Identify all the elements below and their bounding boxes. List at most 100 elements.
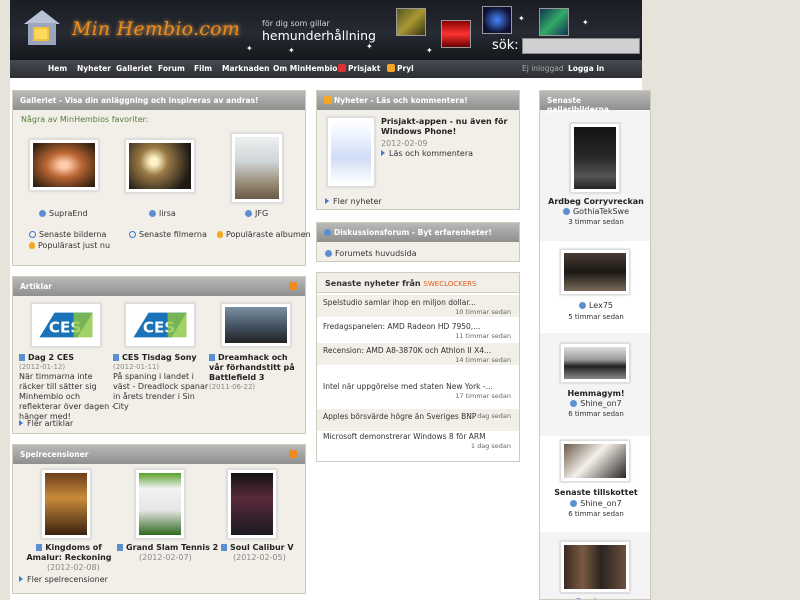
popular-albums-link[interactable]: Populäraste albumen — [217, 230, 311, 239]
gallery-item-title[interactable]: Ardbeg Corryvreckan — [540, 197, 650, 206]
document-icon — [113, 354, 119, 361]
house-logo-icon[interactable] — [20, 6, 66, 46]
article-thumb-battlefield[interactable] — [221, 303, 291, 347]
popular-now-link[interactable]: Populärast just nu — [29, 241, 110, 250]
arrow-right-icon — [325, 198, 329, 204]
sweclockers-logo[interactable]: SWECLOCKERS — [423, 280, 476, 288]
news-row-title: Microsoft demonstrerar Windows 8 för ARM — [323, 432, 486, 441]
gallery-item-thumb[interactable] — [560, 440, 630, 482]
article-title-text: CES Tisdag Sony — [122, 353, 197, 362]
star-icon: ✦ — [582, 18, 589, 27]
article-date: (2011-06-22) — [209, 383, 256, 391]
page-background — [642, 0, 800, 600]
favorite-user[interactable]: SupraEnd — [39, 209, 88, 218]
prisjakt-icon — [338, 64, 346, 72]
news-row[interactable]: Recension: AMD A8-3870K och Athlon II X4… — [317, 343, 519, 365]
latest-movies-link[interactable]: Senaste filmerna — [129, 230, 207, 239]
gallery-panel-title: Galleriet - Visa din anläggning och insp… — [13, 91, 305, 110]
review-title-text: Grand Slam Tennis 2 — [126, 543, 219, 552]
rss-icon[interactable] — [289, 450, 297, 458]
article-title[interactable]: Dag 2 CES — [19, 353, 74, 362]
search-input[interactable] — [522, 38, 640, 54]
gallery-item-user[interactable]: Shine_on7 — [540, 399, 650, 408]
forum-main-link[interactable]: Forumets huvudsida — [325, 249, 417, 258]
favorite-user[interactable]: JFG — [245, 209, 268, 218]
login-status: Ej inloggad — [522, 64, 564, 73]
document-icon — [117, 544, 123, 551]
read-comment-link[interactable]: Läs och kommentera — [381, 149, 473, 158]
review-title[interactable]: Grand Slam Tennis 2 — [117, 543, 218, 552]
star-icon: ✦ — [288, 46, 295, 55]
latest-images-label: Senaste bilderna — [39, 230, 107, 239]
user-icon — [245, 210, 252, 217]
latest-movies-label: Senaste filmerna — [139, 230, 207, 239]
favorite-thumb[interactable] — [29, 139, 99, 191]
nav-item-galleriet[interactable]: Galleriet — [116, 64, 152, 73]
read-comment-label: Läs och kommentera — [389, 149, 474, 158]
gallery-item-user-name: Shine_on7 — [580, 499, 622, 508]
article-title[interactable]: Dreamhack och vår förhandstitt på Battle… — [209, 353, 303, 383]
game-cover[interactable] — [41, 469, 91, 539]
news-row[interactable]: Spelstudio samlar ihop en miljon dollar.… — [317, 295, 519, 317]
search-label: sök: — [492, 38, 519, 53]
news-thumb[interactable] — [327, 117, 375, 187]
news-row[interactable]: Fredagspanelen: AMD Radeon HD 7950,... 11… — [317, 319, 519, 341]
game-cover[interactable] — [227, 469, 277, 539]
review-title[interactable]: Kingdoms of Amalur: Reckoning — [19, 543, 119, 563]
gallery-item-thumb[interactable] — [570, 123, 620, 193]
article-thumb-ces[interactable]: CES — [31, 303, 101, 347]
nav-item-om-minhembio[interactable]: Om MinHembio — [273, 64, 337, 73]
news-row-title: Spelstudio samlar ihop en miljon dollar.… — [323, 298, 476, 307]
gallery-item-thumb[interactable] — [560, 343, 630, 383]
news-headline[interactable]: Prisjakt-appen - nu även för Windows Pho… — [381, 117, 515, 137]
nav-item-pryl[interactable]: Pryl — [387, 64, 414, 73]
favorite-user[interactable]: lirsa — [149, 209, 176, 218]
gallery-item[interactable]: Lex75 5 timmar sedan — [540, 241, 650, 333]
gallery-item-user[interactable]: Shine_on7 — [540, 499, 650, 508]
more-reviews-link[interactable]: Fler spelrecensioner — [19, 575, 108, 584]
more-news-link[interactable]: Fler nyheter — [325, 197, 382, 206]
news-row[interactable]: Intel när uppgörelse med staten New York… — [317, 379, 519, 401]
gallery-item-title[interactable]: Hemmagym! — [540, 389, 650, 398]
gallery-item-user[interactable]: Lex75 — [540, 301, 650, 310]
gallery-item-user[interactable]: GothiaTekSwe — [540, 207, 650, 216]
gallery-item[interactable]: Ardbeg Corryvreckan GothiaTekSwe 3 timma… — [540, 117, 650, 235]
nav-item-forum[interactable]: Forum — [158, 64, 185, 73]
news-row[interactable]: Apples börsvärde högre än Sveriges BNP 1 … — [317, 409, 519, 431]
user-icon — [570, 500, 578, 507]
news-row-title: Fredagspanelen: AMD Radeon HD 7950,... — [323, 322, 481, 331]
favorite-user-name: lirsa — [159, 209, 176, 218]
nav-item-nyheter[interactable]: Nyheter — [77, 64, 111, 73]
game-cover[interactable] — [135, 469, 185, 539]
gallery-item-title[interactable]: Senaste tillskottet — [540, 488, 650, 497]
pryl-icon — [387, 64, 395, 72]
news-row-title: Recension: AMD A8-3870K och Athlon II X4… — [323, 346, 492, 355]
rss-icon[interactable] — [289, 282, 297, 290]
site-logo-text[interactable]: Min Hembio.com — [72, 18, 240, 40]
article-text: När timmarna inte räcker till sätter sig… — [19, 372, 115, 421]
favorite-thumb[interactable] — [231, 133, 283, 203]
article-thumb-ces[interactable]: CES — [125, 303, 195, 347]
gallery-item-thumb[interactable] — [560, 249, 630, 295]
document-icon — [36, 544, 43, 551]
nav-item-marknaden[interactable]: Marknaden — [222, 64, 269, 73]
latest-images-link[interactable]: Senaste bilderna — [29, 230, 106, 239]
gallery-item-thumb[interactable] — [560, 541, 630, 593]
gallery-item-user-name: GothiaTekSwe — [572, 207, 630, 216]
article-title[interactable]: CES Tisdag Sony — [113, 353, 197, 362]
nav-item-prisjakt-label: Prisjakt — [348, 64, 381, 73]
favorite-thumb[interactable] — [125, 139, 195, 193]
gallery-item[interactable]: sobrano — [540, 537, 650, 599]
sweclockers-panel-title: Senaste nyheter från — [325, 279, 421, 288]
more-articles-link[interactable]: Fler artiklar — [19, 419, 73, 428]
nav-item-film[interactable]: Film — [194, 64, 212, 73]
login-link[interactable]: Logga in — [568, 64, 604, 73]
gallery-item[interactable]: Hemmagym! Shine_on7 6 timmar sedan — [540, 339, 650, 431]
gallery-item[interactable]: Senaste tillskottet Shine_on7 6 timmar s… — [540, 436, 650, 532]
review-title[interactable]: Soul Calibur V — [221, 543, 294, 552]
news-row[interactable]: Microsoft demonstrerar Windows 8 för ARM… — [317, 429, 519, 451]
nav-item-prisjakt[interactable]: Prisjakt — [338, 64, 380, 73]
review-title-text: Soul Calibur V — [230, 543, 294, 552]
nav-item-hem[interactable]: Hem — [48, 64, 67, 73]
reviews-panel: Spelrecensioner Kingdoms of Amalur: Reck… — [12, 444, 306, 594]
